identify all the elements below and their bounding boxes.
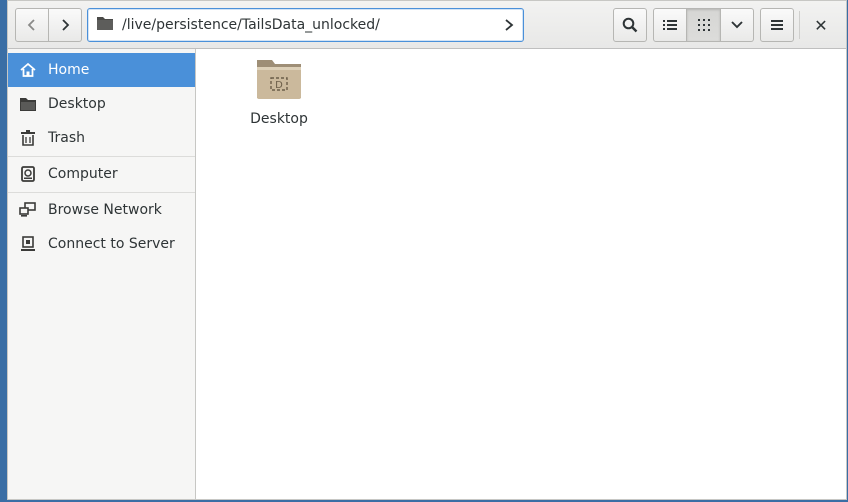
grid-view-icon: [697, 19, 710, 31]
sidebar-item-label: Connect to Server: [48, 236, 175, 252]
svg-text:D: D: [275, 80, 283, 91]
close-icon: ✕: [814, 15, 828, 35]
sidebar-item-label: Desktop: [48, 96, 106, 112]
sidebar-item-label: Home: [48, 62, 90, 78]
go-icon[interactable]: [503, 17, 515, 37]
forward-button[interactable]: [49, 8, 82, 42]
search-button[interactable]: [613, 8, 647, 42]
header-separator: [799, 11, 800, 39]
file-view[interactable]: D Desktop: [196, 49, 846, 499]
location-path: /live/persistence/TailsData_unlocked/: [122, 17, 380, 33]
server-icon: [19, 235, 37, 253]
file-item-label: Desktop: [250, 111, 308, 127]
list-view-button[interactable]: [653, 8, 687, 42]
network-icon: [19, 201, 37, 219]
folder-icon: [96, 15, 114, 35]
drive-icon: [19, 165, 37, 183]
trash-icon: [19, 129, 37, 147]
home-icon: [19, 61, 37, 79]
sidebar-item-trash[interactable]: Trash: [8, 121, 195, 155]
sidebar-item-connect-to-server[interactable]: Connect to Server: [8, 227, 195, 261]
file-item-desktop[interactable]: D Desktop: [246, 57, 312, 127]
back-button[interactable]: [15, 8, 49, 42]
location-bar[interactable]: /live/persistence/TailsData_unlocked/: [87, 8, 524, 42]
chevron-down-icon: [731, 21, 743, 29]
sidebar-item-computer[interactable]: Computer: [8, 157, 195, 191]
desktop-folder-icon: D: [256, 57, 302, 105]
list-view-icon: [663, 20, 677, 30]
sidebar-item-label: Browse Network: [48, 202, 162, 218]
sidebar: Home Desktop Trash Computer Browse Netwo…: [8, 49, 196, 499]
sidebar-item-label: Computer: [48, 166, 118, 182]
sidebar-item-home[interactable]: Home: [8, 53, 195, 87]
file-manager-window: /live/persistence/TailsData_unlocked/ ✕ …: [7, 0, 847, 500]
menu-button[interactable]: [760, 8, 794, 42]
sidebar-item-label: Trash: [48, 130, 85, 146]
chevron-left-icon: [27, 19, 35, 31]
folder-icon: [19, 95, 37, 113]
close-button[interactable]: ✕: [804, 8, 838, 42]
header-bar: /live/persistence/TailsData_unlocked/ ✕: [8, 1, 846, 49]
sidebar-item-desktop[interactable]: Desktop: [8, 87, 195, 121]
sidebar-item-browse-network[interactable]: Browse Network: [8, 193, 195, 227]
search-icon: [622, 17, 638, 33]
grid-view-button[interactable]: [687, 8, 721, 42]
hamburger-menu-icon: [771, 20, 783, 30]
chevron-right-icon: [62, 19, 70, 31]
view-options-button[interactable]: [721, 8, 754, 42]
